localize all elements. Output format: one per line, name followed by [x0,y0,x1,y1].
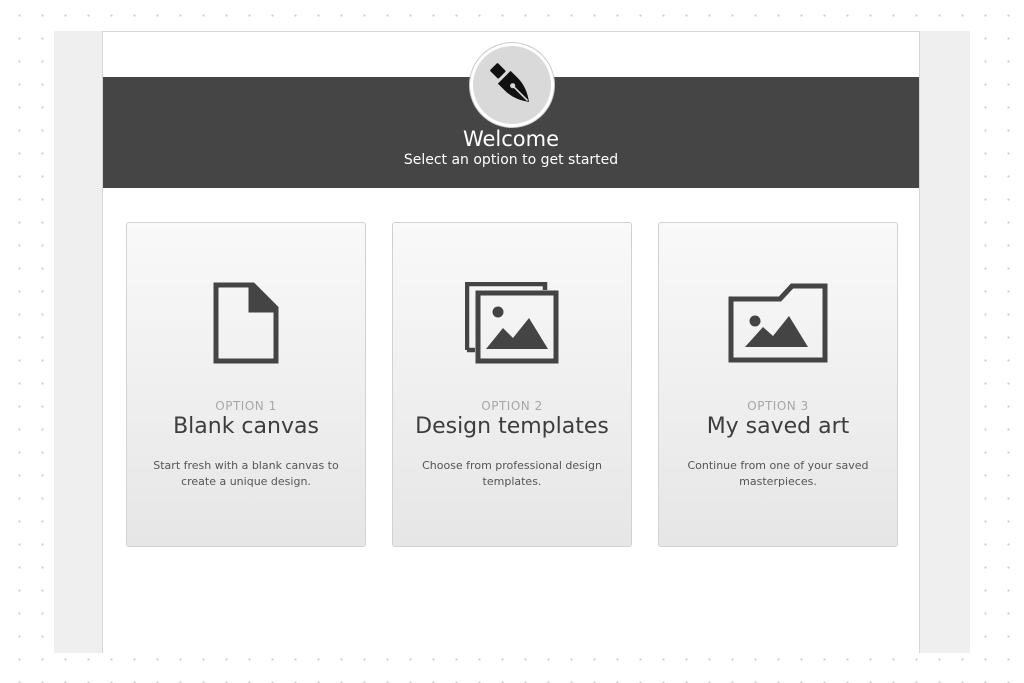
welcome-title: Welcome [462,127,560,151]
logo [470,43,554,127]
option-number: OPTION 1 [215,399,277,413]
option-description: Choose from professional design template… [422,459,602,488]
option-title: Blank canvas [173,414,319,439]
option-title: My saved art [706,414,850,439]
option-title: Design templates [415,414,609,439]
option-number: OPTION 3 [747,399,809,413]
option-number: OPTION 2 [481,399,543,413]
image-stack-icon [465,282,559,364]
option-description: Continue from one of your saved masterpi… [687,459,869,488]
option-card-my-saved-art[interactable]: OPTION 3 My saved art Continue from one … [658,222,898,547]
welcome-subtitle: Select an option to get started [403,152,619,168]
option-card-blank-canvas[interactable]: OPTION 1 Blank canvas Start fresh with a… [126,222,366,547]
pen-nib-icon [490,63,529,102]
welcome-dialog: Welcome Select an option to get started … [102,31,920,653]
option-description: Start fresh with a blank canvas to creat… [153,459,339,488]
option-card-design-templates[interactable]: OPTION 2 Design templates Choose from pr… [392,222,632,547]
blank-document-icon [213,282,279,364]
image-folder-icon [728,283,828,363]
